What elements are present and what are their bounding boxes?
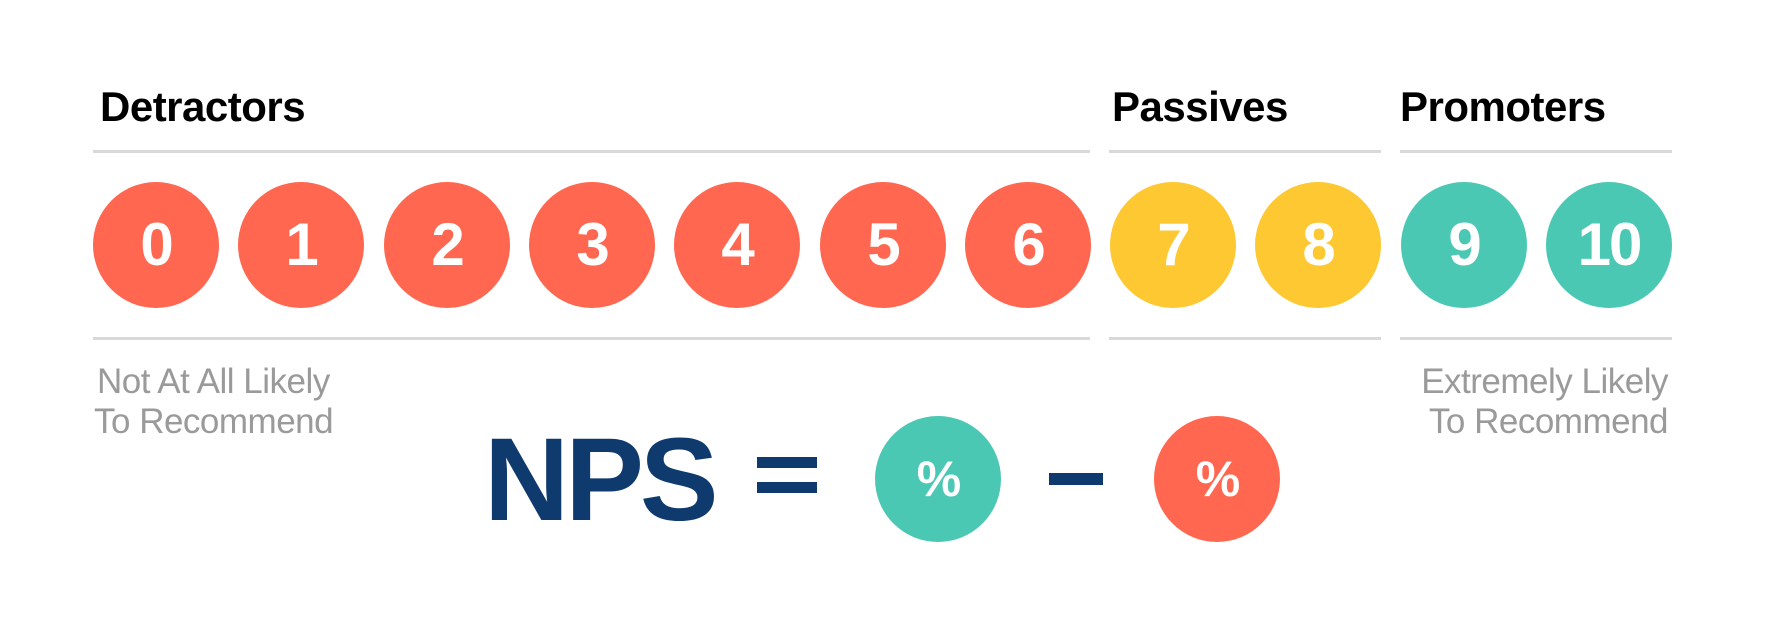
promoters-top-divider [1400,150,1672,153]
low-caption-line-1: Not At All Likely [97,362,330,401]
passives-heading: Passives [1112,83,1288,130]
score-value: 6 [1012,211,1045,278]
equals-bar-top [757,457,817,468]
score-value: 7 [1157,211,1190,278]
score-circle-1: 1 [238,182,364,308]
detractors-bottom-divider [93,337,1090,340]
score-value: 0 [140,211,173,278]
score-circle-8: 8 [1255,182,1381,308]
detractors-heading: Detractors [100,83,306,130]
score-circle-7: 7 [1110,182,1236,308]
score-value: 2 [431,211,464,278]
score-value: 1 [285,211,318,278]
high-caption-line-2: To Recommend [1428,402,1669,441]
equals-bar-bottom [757,482,817,493]
detractor-percent-circle: % [1154,416,1280,542]
passives-top-divider [1109,150,1381,153]
score-value: 9 [1448,211,1481,278]
score-value: 10 [1577,211,1643,278]
detractors-top-divider [93,150,1090,153]
high-end-caption: Extremely Likely To Recommend [1421,362,1668,442]
score-value: 5 [867,211,900,278]
score-circle-3: 3 [529,182,655,308]
percent-icon: % [916,451,961,507]
score-circle-5: 5 [820,182,946,308]
score-circle-9: 9 [1401,182,1527,308]
percent-icon: % [1195,451,1240,507]
score-value: 4 [721,211,754,278]
passives-bottom-divider [1109,337,1381,340]
score-value: 8 [1302,211,1335,278]
minus-sign [1049,473,1103,485]
promoter-percent-circle: % [875,416,1001,542]
high-caption-line-1: Extremely Likely [1421,362,1668,401]
promoters-bottom-divider [1400,337,1672,340]
nps-label: NPS [484,414,719,546]
low-end-caption: Not At All Likely To Recommend [94,362,334,442]
low-caption-line-2: To Recommend [94,402,334,441]
equals-sign [757,457,817,493]
score-circle-2: 2 [384,182,510,308]
score-value: 3 [576,211,609,278]
score-circle-10: 10 [1546,182,1672,308]
score-circle-0: 0 [93,182,219,308]
score-circle-6: 6 [965,182,1091,308]
score-circle-4: 4 [674,182,800,308]
promoters-heading: Promoters [1400,83,1606,130]
